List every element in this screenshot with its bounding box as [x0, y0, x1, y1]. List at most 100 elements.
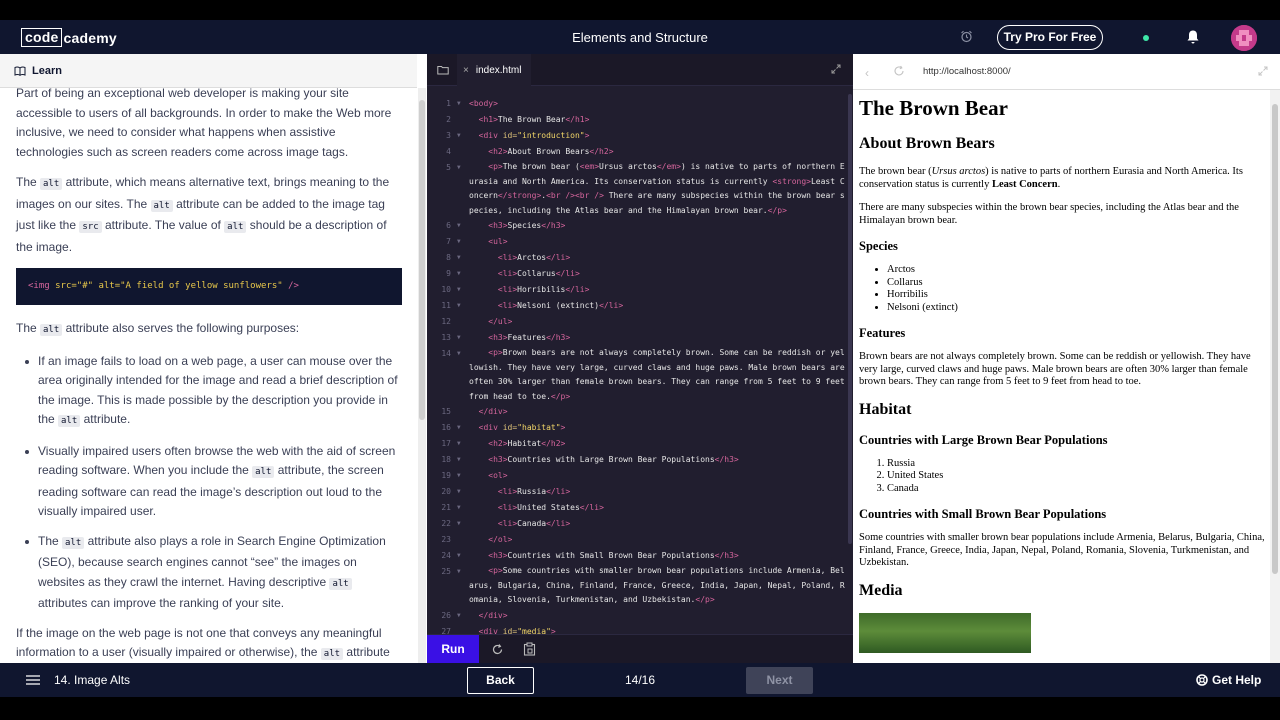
list-item: Visually impaired users often browse the…: [16, 442, 402, 522]
text: attribute.: [80, 412, 131, 426]
fold-arrow-icon[interactable]: ▼: [457, 234, 461, 250]
text: The: [16, 175, 41, 189]
back-arrow-icon[interactable]: ‹: [865, 66, 869, 80]
code-line[interactable]: <li>Arctos</li>: [469, 250, 847, 266]
code-line[interactable]: <h2>Habitat</h2>: [469, 436, 847, 452]
back-button[interactable]: Back: [467, 667, 534, 694]
code-line[interactable]: <h1>The Brown Bear</h1>: [469, 112, 847, 128]
code-line[interactable]: <p>Some countries with smaller brown bea…: [469, 564, 847, 608]
code-line[interactable]: </div>: [469, 608, 847, 624]
fold-arrow-icon[interactable]: ▼: [457, 128, 461, 144]
scroll-thumb[interactable]: [419, 100, 425, 420]
line-number: 8: [446, 253, 451, 262]
lesson-menu-label[interactable]: 14. Image Alts: [54, 673, 130, 687]
fold-arrow-icon[interactable]: ▼: [457, 346, 461, 362]
list-item: Arctos: [887, 264, 1269, 277]
menu-icon[interactable]: [26, 675, 40, 685]
code-line[interactable]: <h3>Features</h3>: [469, 330, 847, 346]
next-button[interactable]: Next: [746, 667, 813, 694]
code-attr: src=: [49, 281, 77, 291]
code-line[interactable]: <div id="introduction">: [469, 128, 847, 144]
fold-arrow-icon[interactable]: ▼: [457, 96, 461, 112]
code-lines[interactable]: 1 ▼ <body> 2 <h1>The Brown Bear</h1> 3 ▼ <…: [427, 94, 847, 634]
bell-icon[interactable]: [1186, 29, 1200, 45]
fold-arrow-icon[interactable]: ▼: [457, 330, 461, 346]
code-line[interactable]: <h3>Countries with Large Brown Bear Popu…: [469, 452, 847, 468]
user-avatar[interactable]: [1231, 25, 1257, 51]
fold-arrow-icon[interactable]: ▼: [457, 250, 461, 266]
fold-arrow-icon[interactable]: ▼: [457, 608, 461, 624]
page-paragraph: Some countries with smaller brown bear p…: [859, 532, 1265, 568]
lesson-paragraph: The alt attribute also serves the follow…: [16, 319, 402, 341]
fold-arrow-icon[interactable]: ▼: [457, 468, 461, 484]
scroll-thumb[interactable]: [1272, 104, 1278, 574]
browser-url-bar: ‹ http://localhost:8000/: [853, 54, 1280, 90]
fold-arrow-icon[interactable]: ▼: [457, 548, 461, 564]
bottom-nav: 14. Image Alts Back 14/16 Next Get Help: [0, 663, 1280, 697]
section-heading: Media: [859, 581, 903, 599]
code-line[interactable]: <li>Nelsoni (extinct)</li>: [469, 298, 847, 314]
inline-code: alt: [40, 178, 63, 190]
code-line[interactable]: <body>: [469, 96, 847, 112]
line-number: 12: [441, 317, 451, 326]
url-text[interactable]: http://localhost:8000/: [923, 66, 1011, 77]
inline-code: alt: [58, 415, 81, 427]
scroll-thumb[interactable]: [848, 94, 852, 544]
folder-icon[interactable]: [437, 65, 449, 75]
code-string: "A field of yellow sunflowers": [120, 281, 283, 291]
fold-arrow-icon[interactable]: ▼: [457, 436, 461, 452]
line-number: 5: [446, 163, 451, 172]
refresh-icon[interactable]: [491, 643, 504, 656]
expand-icon[interactable]: [831, 64, 841, 74]
bottom-strip: [0, 697, 1280, 720]
code-line[interactable]: <h2>About Brown Bears</h2>: [469, 144, 847, 160]
code-line[interactable]: </div>: [469, 404, 847, 420]
code-line[interactable]: <p>The brown bear (<em>Ursus arctos</em>…: [469, 160, 847, 218]
paste-icon[interactable]: [523, 642, 536, 656]
code-line[interactable]: <div id="habitat">: [469, 420, 847, 436]
fold-arrow-icon[interactable]: ▼: [457, 266, 461, 282]
fold-arrow-icon[interactable]: ▼: [457, 516, 461, 532]
fold-arrow-icon[interactable]: ▼: [457, 500, 461, 516]
fold-arrow-icon[interactable]: ▼: [457, 452, 461, 468]
code-line[interactable]: <ol>: [469, 468, 847, 484]
try-pro-button[interactable]: Try Pro For Free: [997, 25, 1103, 50]
page-paragraph: The brown bear (Ursus arctos) is native …: [859, 166, 1269, 191]
expand-icon[interactable]: [1258, 66, 1268, 76]
alarm-icon[interactable]: [960, 30, 974, 44]
line-number: 13: [441, 333, 451, 342]
code-line[interactable]: <h3>Species</h3>: [469, 218, 847, 234]
code-line[interactable]: </ul>: [469, 314, 847, 330]
code-line[interactable]: <div id="media">: [469, 624, 847, 634]
fold-arrow-icon[interactable]: ▼: [457, 420, 461, 436]
inline-code: alt: [252, 466, 275, 478]
code-line[interactable]: <ul>: [469, 234, 847, 250]
fold-arrow-icon[interactable]: ▼: [457, 282, 461, 298]
code-line[interactable]: <h3>Countries with Small Brown Bear Popu…: [469, 548, 847, 564]
run-button[interactable]: Run: [427, 635, 479, 664]
fold-arrow-icon[interactable]: ▼: [457, 484, 461, 500]
browser-scrollbar[interactable]: [1270, 90, 1280, 663]
code-line[interactable]: <li>United States</li>: [469, 500, 847, 516]
list-item: Russia: [887, 458, 1269, 471]
fold-arrow-icon[interactable]: ▼: [457, 160, 461, 176]
line-number: 23: [441, 535, 451, 544]
fold-arrow-icon[interactable]: ▼: [457, 564, 461, 580]
code-line[interactable]: </ol>: [469, 532, 847, 548]
learn-scrollbar[interactable]: [418, 88, 426, 663]
close-icon[interactable]: ×: [463, 65, 469, 76]
code-line[interactable]: <li>Horribilis</li>: [469, 282, 847, 298]
tab-index-html[interactable]: × index.html: [457, 54, 532, 86]
fold-arrow-icon[interactable]: ▼: [457, 298, 461, 314]
list-item: United States: [887, 470, 1269, 483]
code-line[interactable]: <p>Brown bears are not always completely…: [469, 346, 847, 404]
code-line[interactable]: <li>Russia</li>: [469, 484, 847, 500]
fold-arrow-icon[interactable]: ▼: [457, 218, 461, 234]
code-line[interactable]: <li>Collarus</li>: [469, 266, 847, 282]
code-example-block[interactable]: <img src="#" alt="A field of yellow sunf…: [16, 268, 402, 305]
get-help-button[interactable]: Get Help: [1196, 673, 1261, 687]
line-number: 14: [441, 349, 451, 358]
code-line[interactable]: <li>Canada</li>: [469, 516, 847, 532]
reload-icon[interactable]: [893, 65, 905, 77]
subsection-heading: Countries with Large Brown Bear Populati…: [859, 432, 1108, 447]
